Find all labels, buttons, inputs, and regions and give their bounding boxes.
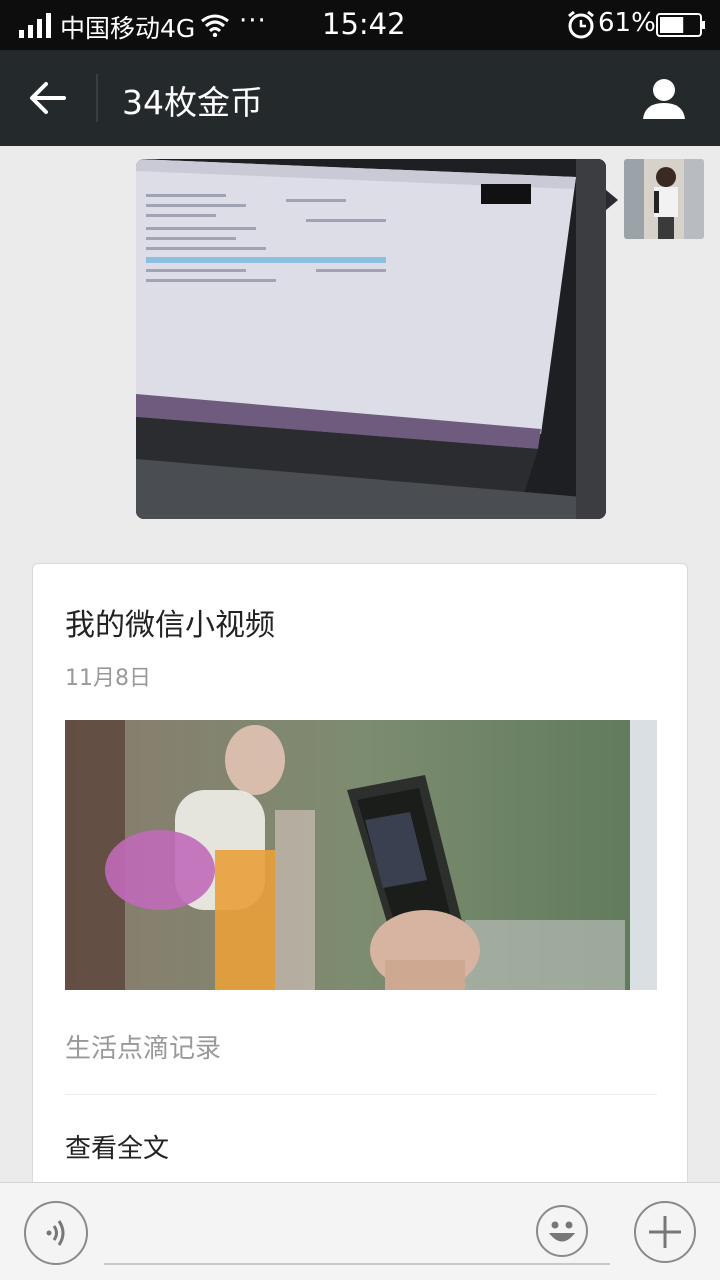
- article-digest: 生活点滴记录: [65, 1034, 222, 1064]
- status-bar: 中国移动4G ··· 15:42 61%: [0, 0, 720, 50]
- avatar-photo: [624, 159, 704, 239]
- title-divider: [96, 74, 98, 122]
- emoji-button[interactable]: [536, 1205, 588, 1257]
- clock-time: 15:42: [322, 7, 406, 41]
- alarm-icon: [568, 10, 594, 39]
- bubble-arrow: [606, 190, 618, 210]
- battery-icon: [656, 13, 705, 37]
- chat-info-button[interactable]: [636, 70, 692, 126]
- title-bar: 34枚金币: [0, 50, 720, 146]
- article-date: 11月8日: [65, 666, 151, 691]
- image-message[interactable]: [136, 159, 606, 519]
- back-arrow-icon: [30, 82, 66, 114]
- carrier-name: 中国移动4G: [60, 14, 196, 43]
- read-full-article-link[interactable]: 查看全文: [65, 1128, 169, 1165]
- emoji-icon: [549, 1221, 575, 1242]
- cover-photo: [65, 720, 657, 990]
- plus-icon: [649, 1216, 681, 1248]
- message-input[interactable]: [104, 1203, 610, 1265]
- more-actions-button[interactable]: [634, 1201, 696, 1263]
- article-title: 我的微信小视频: [65, 608, 275, 643]
- back-button[interactable]: [22, 72, 74, 124]
- signal-icon: [19, 13, 51, 38]
- article-cover-image: [65, 720, 657, 990]
- more-indicator: ···: [239, 6, 267, 36]
- article-card[interactable]: 我的微信小视频 11月8日 生活点滴记录 查看全文: [32, 563, 688, 1223]
- wifi-icon: [201, 14, 229, 37]
- chat-title: 34枚金币: [122, 83, 263, 122]
- input-bar: [0, 1182, 720, 1280]
- photo-thumbnail: [136, 159, 606, 519]
- avatar[interactable]: [624, 159, 704, 239]
- battery-percent: 61%: [598, 8, 656, 38]
- person-icon: [643, 79, 685, 119]
- voice-icon: [46, 1220, 65, 1246]
- voice-button[interactable]: [24, 1201, 88, 1265]
- card-divider: [65, 1094, 657, 1095]
